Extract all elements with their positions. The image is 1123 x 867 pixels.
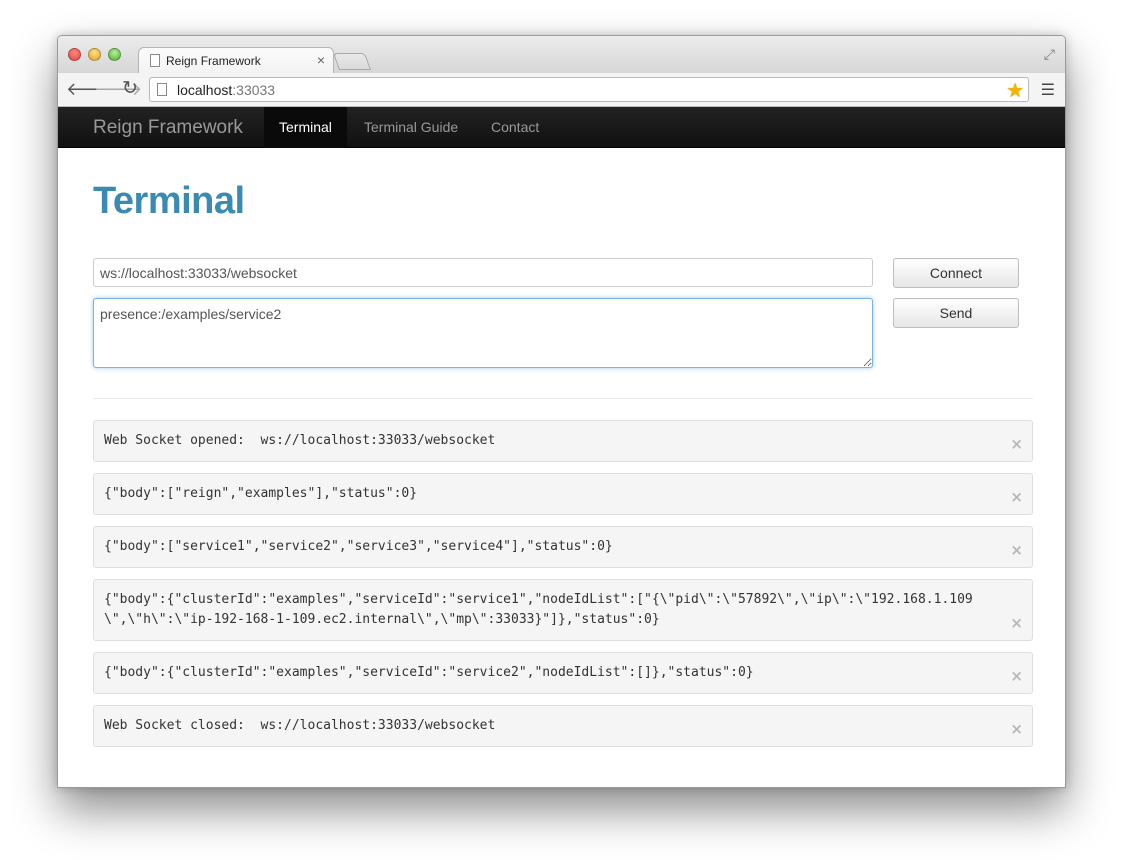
minimize-window-button[interactable] — [88, 48, 101, 61]
log-entry: {"body":["service1","service2","service3… — [93, 526, 1033, 568]
browser-toolbar: 🡐 🡒 ↻ localhost:33033 ★ ☰ — [58, 73, 1065, 107]
browser-window: Reign Framework × ⤢ 🡐 🡒 ↻ localhost:3303… — [57, 35, 1066, 788]
reload-icon[interactable]: ↻ — [122, 79, 138, 99]
new-tab-button[interactable] — [332, 53, 372, 70]
log-entry-text: {"body":{"clusterId":"examples","service… — [104, 665, 754, 680]
address-bar[interactable]: localhost:33033 ★ — [149, 77, 1029, 102]
log-entry: {"body":{"clusterId":"examples","service… — [93, 652, 1033, 694]
nav-item-terminal-guide[interactable]: Terminal Guide — [349, 107, 473, 148]
message-log: Web Socket opened: ws://localhost:33033/… — [93, 420, 1033, 758]
log-entry-text: {"body":["service1","service2","service3… — [104, 539, 613, 554]
log-entry-text: Web Socket closed: ws://localhost:33033/… — [104, 718, 496, 733]
close-icon[interactable]: × — [1010, 719, 1023, 739]
log-entry-text: {"body":["reign","examples"],"status":0} — [104, 486, 418, 501]
nav-item-terminal[interactable]: Terminal — [264, 107, 347, 148]
close-icon[interactable]: × — [1010, 434, 1023, 454]
websocket-url-input[interactable] — [93, 258, 873, 287]
send-button[interactable]: Send — [893, 298, 1019, 328]
log-entry: {"body":{"clusterId":"examples","service… — [93, 579, 1033, 641]
connect-button[interactable]: Connect — [893, 258, 1019, 288]
menu-icon[interactable]: ☰ — [1041, 80, 1055, 100]
browser-tab[interactable]: Reign Framework × — [138, 47, 334, 74]
close-window-button[interactable] — [68, 48, 81, 61]
tab-title: Reign Framework — [166, 54, 261, 68]
close-icon[interactable]: × — [1010, 487, 1023, 507]
site-navbar: Reign Framework Terminal Terminal Guide … — [58, 107, 1065, 148]
close-icon[interactable]: × — [1010, 540, 1023, 560]
page-icon — [157, 83, 167, 96]
brand-link[interactable]: Reign Framework — [93, 117, 243, 139]
zoom-window-button[interactable] — [108, 48, 121, 61]
close-icon[interactable]: × — [1010, 613, 1023, 633]
log-entry: {"body":["reign","examples"],"status":0}… — [93, 473, 1033, 515]
nav-item-contact[interactable]: Contact — [476, 107, 554, 148]
fullscreen-icon[interactable]: ⤢ — [1044, 46, 1055, 63]
bookmark-star-icon[interactable]: ★ — [1006, 78, 1024, 103]
page-title: Terminal — [93, 180, 245, 222]
close-icon[interactable]: × — [1010, 666, 1023, 686]
url-port: :33033 — [232, 82, 276, 98]
log-entry-text: Web Socket opened: ws://localhost:33033/… — [104, 433, 496, 448]
divider — [93, 398, 1033, 399]
document-icon — [150, 54, 160, 67]
message-input[interactable]: presence:/examples/service2 — [93, 298, 873, 368]
address-url: localhost:33033 — [177, 82, 275, 98]
log-entry-text: {"body":{"clusterId":"examples","service… — [104, 592, 973, 627]
log-entry: Web Socket closed: ws://localhost:33033/… — [93, 705, 1033, 747]
url-host: localhost — [177, 82, 233, 98]
log-entry: Web Socket opened: ws://localhost:33033/… — [93, 420, 1033, 462]
tab-close-icon[interactable]: × — [317, 52, 325, 68]
browser-tab-strip: Reign Framework × ⤢ — [58, 36, 1065, 74]
